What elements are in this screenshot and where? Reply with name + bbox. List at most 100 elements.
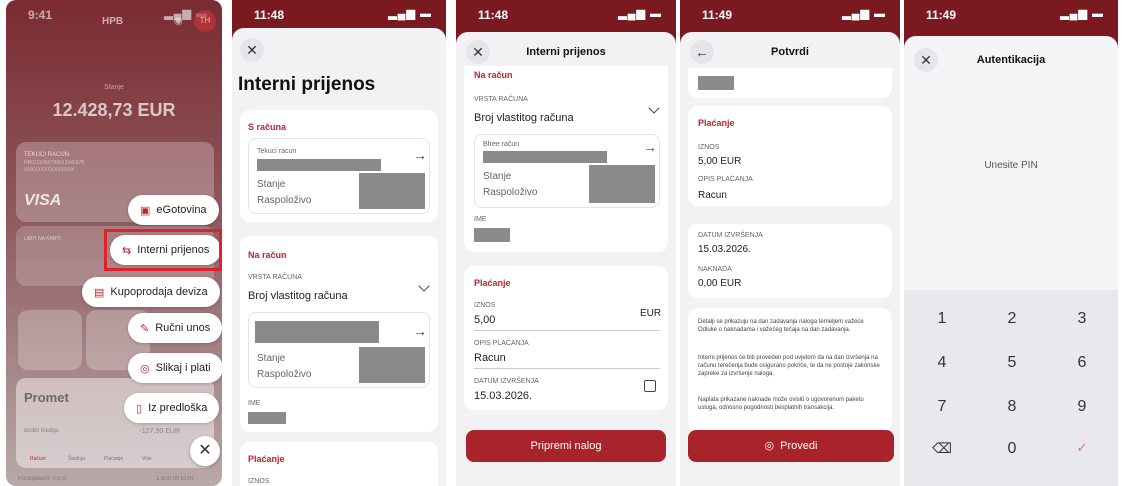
opis-label: OPIS PLAĆANJA xyxy=(698,176,753,183)
footer-row: Postojećeni: 0,0,0 xyxy=(18,476,66,482)
confirm-check-icon[interactable]: ✓ xyxy=(1052,440,1112,456)
to-account-selector[interactable]: Bfree račun → Stanje Raspoloživo xyxy=(474,134,660,208)
ime-label: IME xyxy=(248,400,261,407)
highlight-box xyxy=(104,229,222,271)
page-title: Interni prijenos xyxy=(238,74,376,95)
disclaimer-3: Naplata prikazane naknade može ovisiti o… xyxy=(698,397,864,411)
slikaj-i-plati-action[interactable]: ◎ Slikaj i plati xyxy=(128,353,222,383)
disclaimer-card: Detalji se prikazuju na dan zadavanja na… xyxy=(688,308,892,432)
vrsta-label: VRSTA RAČUNA xyxy=(474,96,528,103)
status-bar: 11:48 ▂▄▆ ▬ xyxy=(232,0,446,30)
from-account-selector[interactable]: Tekuci racun → Stanje Raspoloživo xyxy=(248,138,430,214)
stanje-label: Stanje xyxy=(257,179,286,190)
screen-autentikacija: 11:49 ▂▄▆ ▬ ✕ Autentikacija Unesite PIN … xyxy=(904,0,1118,486)
kupoprodaja-deviza-action[interactable]: ▤ Kupoprodaja deviza xyxy=(82,277,220,307)
iznos-label: IZNOS xyxy=(474,302,496,309)
avatar[interactable]: TH xyxy=(194,10,216,32)
pin-prompt: Unesite PIN xyxy=(984,160,1038,171)
payment-card: Plaćanje IZNOS xyxy=(240,442,438,486)
nav-vise[interactable]: Više xyxy=(142,456,152,462)
key-0[interactable]: 0 xyxy=(982,440,1042,458)
tile-1[interactable] xyxy=(18,310,82,370)
stanje-label: Stanje xyxy=(483,171,512,182)
vrsta-label: VRSTA RAČUNA xyxy=(248,274,302,281)
chevron-down-icon[interactable] xyxy=(418,280,430,292)
from-account-card: S računa Tekuci racun → Stanje Raspoloži… xyxy=(240,110,438,222)
rucni-label: Ručni unos xyxy=(155,322,211,334)
datum-input[interactable]: 15.03.2026. xyxy=(474,390,532,402)
status-bar: 11:48 ▂▄▆ ▬ xyxy=(456,0,676,30)
placanje-title: Plaćanje xyxy=(248,454,285,464)
devize-label: Kupoprodaja deviza xyxy=(110,286,208,298)
date-fee-card: DATUM IZVRŠENJA 15.03.2026. NAKNADA 0,00… xyxy=(688,224,892,298)
signal-icon: ▂▄▆ ▬ xyxy=(388,8,432,20)
key-4[interactable]: 4 xyxy=(912,354,972,372)
calendar-icon[interactable] xyxy=(644,380,656,392)
header-title: Autentikacija xyxy=(976,54,1046,66)
key-2[interactable]: 2 xyxy=(982,310,1042,328)
opis-input[interactable]: Racun xyxy=(474,352,506,364)
pripremi-nalog-button[interactable]: Pripremi nalog xyxy=(466,430,666,462)
close-icon: ✕ xyxy=(198,442,212,459)
bottom-nav: Računi Štednja Plaćanje Više xyxy=(16,440,176,464)
egotovina-action[interactable]: ▣ eGotovina xyxy=(128,195,219,225)
keypad: 1 2 3 4 5 6 7 8 9 ⌫ 0 ✓ xyxy=(904,290,1118,486)
arrow-right-icon: → xyxy=(413,323,427,339)
iznos-label: IZNOS xyxy=(698,144,720,151)
close-button[interactable]: ✕ xyxy=(240,38,264,62)
status-time: 11:49 xyxy=(926,8,957,22)
close-fab[interactable]: ✕ xyxy=(190,436,220,466)
name-redacted xyxy=(248,412,286,424)
to-account-selector[interactable]: → Stanje Raspoloživo xyxy=(248,312,430,388)
promet-title: Promet xyxy=(24,390,69,405)
na-racun-title: Na račun xyxy=(474,70,513,80)
key-1[interactable]: 1 xyxy=(912,310,972,328)
key-9[interactable]: 9 xyxy=(1052,398,1112,416)
datum-value: 15.03.2026. xyxy=(698,244,751,255)
provedi-button[interactable]: ◎ Provedi xyxy=(688,430,894,462)
card-line1: HR0123456789012345678 xyxy=(24,160,85,166)
exchange-icon: ▤ xyxy=(94,286,105,299)
backspace-icon[interactable]: ⌫ xyxy=(912,440,972,457)
currency-label: EUR xyxy=(640,308,662,319)
datum-label: DATUM IZVRŠENJA xyxy=(474,378,539,385)
na-racun-title: Na račun xyxy=(248,250,287,260)
status-time: 11:49 xyxy=(702,8,733,22)
naknada-label: NAKNADA xyxy=(698,266,732,273)
vrsta-value[interactable]: Broj vlastitog računa xyxy=(474,112,574,124)
pencil-icon: ✎ xyxy=(140,322,150,335)
eye-icon[interactable]: ◉ xyxy=(174,16,183,27)
arrow-right-icon: → xyxy=(643,139,657,155)
key-3[interactable]: 3 xyxy=(1052,310,1112,328)
to-account-card: Na račun VRSTA RAČUNA Broj vlastitog rač… xyxy=(464,66,668,252)
nav-racuni[interactable]: Računi xyxy=(30,456,46,462)
status-time: 11:48 xyxy=(478,8,509,22)
vrsta-value[interactable]: Broj vlastitog računa xyxy=(248,290,348,302)
sheet: ✕ Autentikacija Unesite PIN 1 2 3 4 5 6 … xyxy=(904,36,1118,486)
opis-value: Racun xyxy=(698,190,727,201)
balance-redacted xyxy=(359,347,425,383)
sheet: ✕ Interni prijenos Na račun VRSTA RAČUNA… xyxy=(456,32,676,486)
limit-label: LIMIT NA KARTI xyxy=(24,236,61,242)
payment-card: Plaćanje IZNOS 5,00 EUR OPIS PLAĆANJA Ra… xyxy=(464,266,668,410)
chevron-down-icon[interactable] xyxy=(648,102,660,114)
footer-amount: 1.500,00 EUR xyxy=(156,476,194,482)
account-number-redacted xyxy=(257,159,381,171)
iznos-input[interactable]: 5,00 xyxy=(474,314,495,326)
raspolozivo-label: Raspoloživo xyxy=(483,187,538,198)
key-8[interactable]: 8 xyxy=(982,398,1042,416)
sheet: ← Potvrdi Plaćanje IZNOS 5,00 EUR OPIS P… xyxy=(680,32,900,486)
key-6[interactable]: 6 xyxy=(1052,354,1112,372)
rucni-unos-action[interactable]: ✎ Ručni unos xyxy=(128,313,222,343)
placanje-title: Plaćanje xyxy=(474,278,511,288)
account-summary-card xyxy=(688,68,892,98)
key-7[interactable]: 7 xyxy=(912,398,972,416)
account-redacted xyxy=(698,76,734,90)
signal-icon: ▂▄▆ ▬ xyxy=(1060,8,1104,20)
nav-placanje[interactable]: Plaćanje xyxy=(104,456,123,462)
iz-predloska-action[interactable]: ▯ Iz predloška xyxy=(124,393,220,423)
footer-label: Postojećeni: 0,0,0 xyxy=(18,476,66,482)
disclaimer-1: Detalji se prikazuju na dan zadavanja na… xyxy=(698,319,864,333)
nav-stednja[interactable]: Štednja xyxy=(68,456,85,462)
key-5[interactable]: 5 xyxy=(982,354,1042,372)
